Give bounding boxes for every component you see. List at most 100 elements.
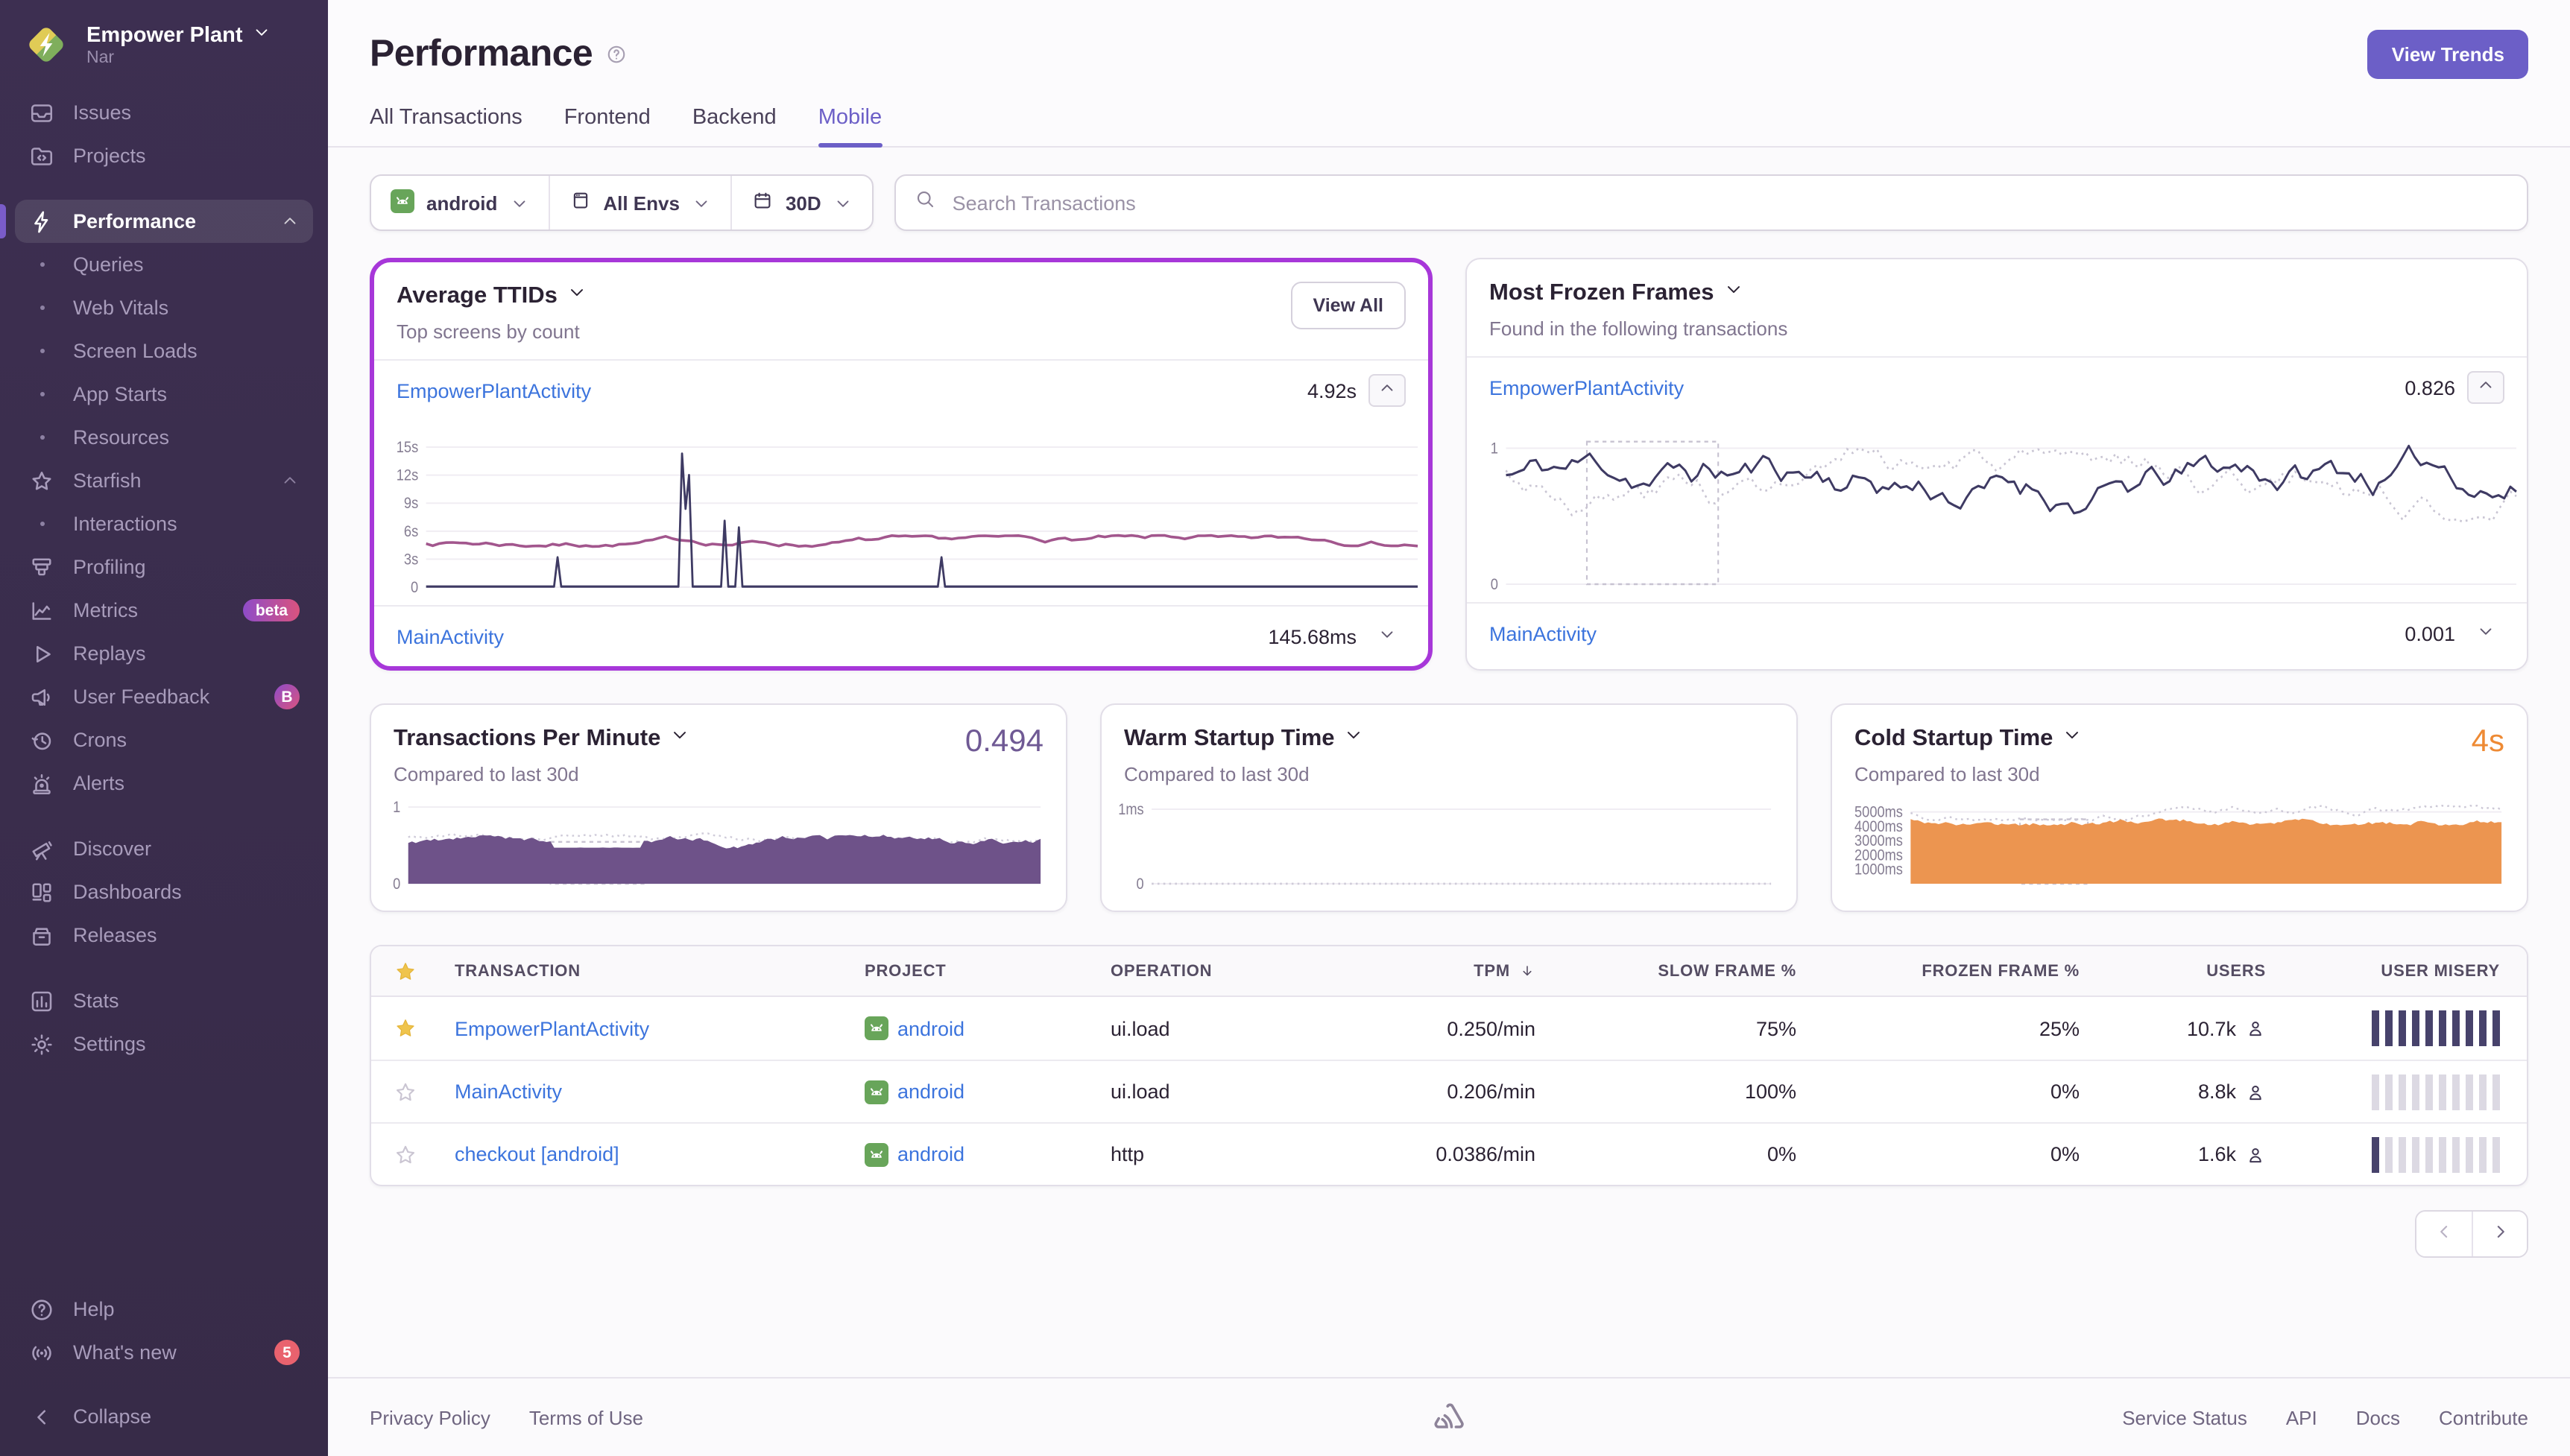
card-title-dropdown[interactable]: Average TTIDs [397, 282, 587, 310]
sidebar-item-settings[interactable]: Settings [15, 1022, 313, 1066]
user-misery [2281, 1074, 2527, 1110]
column-header-star[interactable] [371, 959, 440, 983]
sidebar-item-app-starts[interactable]: App Starts [15, 373, 313, 416]
tab-backend[interactable]: Backend [692, 106, 777, 146]
column-header-transaction[interactable]: TRANSACTION [440, 962, 850, 980]
page-title: Performance [370, 33, 593, 76]
tab-mobile[interactable]: Mobile [818, 106, 882, 146]
star-icon [394, 1016, 417, 1040]
date-range-filter[interactable]: 30D [732, 176, 872, 230]
card-title-dropdown[interactable]: Cold Startup Time [1854, 724, 2083, 753]
collapse-row-button[interactable] [2467, 371, 2504, 404]
sidebar-item-starfish[interactable]: Starfish [15, 459, 313, 502]
expand-row-button[interactable] [1368, 620, 1406, 653]
sidebar-item-discover[interactable]: Discover [15, 827, 313, 870]
footer-link-service-status[interactable]: Service Status [2122, 1406, 2247, 1428]
sidebar-item-label: Resources [73, 426, 169, 449]
sidebar-item-releases[interactable]: Releases [15, 914, 313, 957]
transaction-link[interactable]: EmpowerPlantActivity [440, 1017, 850, 1039]
tab-frontend[interactable]: Frontend [564, 106, 651, 146]
card-title-dropdown[interactable]: Warm Startup Time [1124, 724, 1365, 753]
environment-icon [569, 189, 591, 216]
sidebar-item-label: App Starts [73, 383, 167, 405]
users-value: 10.7k [2094, 1017, 2281, 1039]
sidebar-item-profiling[interactable]: Profiling [15, 545, 313, 589]
sidebar-item-issues[interactable]: Issues [15, 91, 313, 134]
footer-link-docs[interactable]: Docs [2356, 1406, 2400, 1428]
project-link[interactable]: android [850, 1016, 1096, 1040]
transaction-link[interactable]: MainActivity [1489, 622, 1597, 645]
footer-link-contribute[interactable]: Contribute [2439, 1406, 2528, 1428]
tab-bar: All Transactions Frontend Backend Mobile [370, 106, 2528, 146]
search-input[interactable] [950, 190, 2509, 215]
tab-all-transactions[interactable]: All Transactions [370, 106, 522, 146]
sidebar-item-label: User Feedback [73, 686, 209, 708]
sidebar-item-metrics[interactable]: Metricsbeta [15, 589, 313, 632]
org-switcher[interactable]: Empower Plant Nar [0, 0, 328, 85]
column-header-users[interactable]: USERS [2094, 962, 2281, 980]
sidebar-item-label: Stats [73, 990, 119, 1012]
sentry-logo-icon [1431, 1399, 1467, 1435]
slow-frame-value: 0% [1550, 1143, 1811, 1165]
star-toggle[interactable] [371, 1080, 440, 1104]
transaction-row: EmpowerPlantActivity 4.92s [374, 359, 1428, 420]
star-icon [394, 1080, 417, 1104]
column-header-project[interactable]: PROJECT [850, 962, 1096, 980]
transaction-link[interactable]: checkout [android] [440, 1143, 850, 1165]
bullet-icon [28, 510, 55, 537]
transaction-link[interactable]: MainActivity [397, 625, 504, 648]
sidebar-item-alerts[interactable]: Alerts [15, 762, 313, 805]
sidebar-item-screen-loads[interactable]: Screen Loads [15, 329, 313, 373]
expand-row-button[interactable] [2467, 617, 2504, 650]
sidebar-item-crons[interactable]: Crons [15, 718, 313, 762]
column-header-user-misery[interactable]: USER MISERY [2281, 962, 2527, 980]
project-link[interactable]: android [850, 1142, 1096, 1166]
view-trends-button[interactable]: View Trends [2368, 30, 2528, 79]
environment-filter[interactable]: All Envs [549, 176, 732, 230]
sidebar-item-stats[interactable]: Stats [15, 979, 313, 1022]
sidebar-item-user-feedback[interactable]: User FeedbackB [15, 675, 313, 718]
sidebar-item-replays[interactable]: Replays [15, 632, 313, 675]
project-link[interactable]: android [850, 1080, 1096, 1104]
project-filter[interactable]: android [371, 176, 549, 230]
sidebar-item-label: Interactions [73, 513, 177, 535]
card-title-dropdown[interactable]: Most Frozen Frames [1489, 279, 1787, 307]
sidebar-item-collapse[interactable]: Collapse [15, 1395, 313, 1438]
sort-descending-icon [1519, 963, 1535, 979]
sidebar-item-dashboards[interactable]: Dashboards [15, 870, 313, 914]
transaction-link[interactable]: EmpowerPlantActivity [1489, 376, 1684, 399]
footer-link-terms-of-use[interactable]: Terms of Use [529, 1406, 643, 1428]
star-toggle[interactable] [371, 1016, 440, 1040]
metrics-icon [28, 597, 55, 624]
chevron-down-icon [1723, 279, 1743, 307]
column-header-frozen-frame[interactable]: FROZEN FRAME % [1811, 962, 2094, 980]
chevron-down-icon [669, 724, 690, 753]
sidebar-item-projects[interactable]: Projects [15, 134, 313, 177]
footer-link-privacy-policy[interactable]: Privacy Policy [370, 1406, 490, 1428]
column-header-operation[interactable]: OPERATION [1096, 962, 1327, 980]
previous-page-button[interactable] [2416, 1212, 2472, 1256]
collapse-row-button[interactable] [1368, 374, 1406, 407]
sidebar-item-what-s-new[interactable]: What's new5 [15, 1331, 313, 1374]
transaction-row: MainActivity 0.001 [1467, 602, 2527, 663]
discover-icon [28, 835, 55, 862]
replays-icon [28, 640, 55, 667]
next-page-button[interactable] [2472, 1212, 2527, 1256]
column-header-slow-frame[interactable]: SLOW FRAME % [1550, 962, 1811, 980]
sidebar-item-resources[interactable]: Resources [15, 416, 313, 459]
transaction-link[interactable]: EmpowerPlantActivity [397, 379, 591, 402]
sidebar-item-help[interactable]: Help [15, 1288, 313, 1331]
star-toggle[interactable] [371, 1142, 440, 1166]
column-header-tpm[interactable]: TPM [1327, 962, 1550, 980]
sidebar-item-web-vitals[interactable]: Web Vitals [15, 286, 313, 329]
help-circle-icon[interactable] [604, 43, 627, 66]
footer-link-api[interactable]: API [2286, 1406, 2317, 1428]
metric-value: 145.68ms [1268, 625, 1357, 648]
sidebar-item-interactions[interactable]: Interactions [15, 502, 313, 545]
chevron-up-icon [1377, 379, 1397, 402]
view-all-button[interactable]: View All [1291, 282, 1406, 329]
sidebar-item-performance[interactable]: Performance [15, 200, 313, 243]
transaction-link[interactable]: MainActivity [440, 1080, 850, 1103]
card-title-dropdown[interactable]: Transactions Per Minute [394, 724, 690, 753]
sidebar-item-queries[interactable]: Queries [15, 243, 313, 286]
